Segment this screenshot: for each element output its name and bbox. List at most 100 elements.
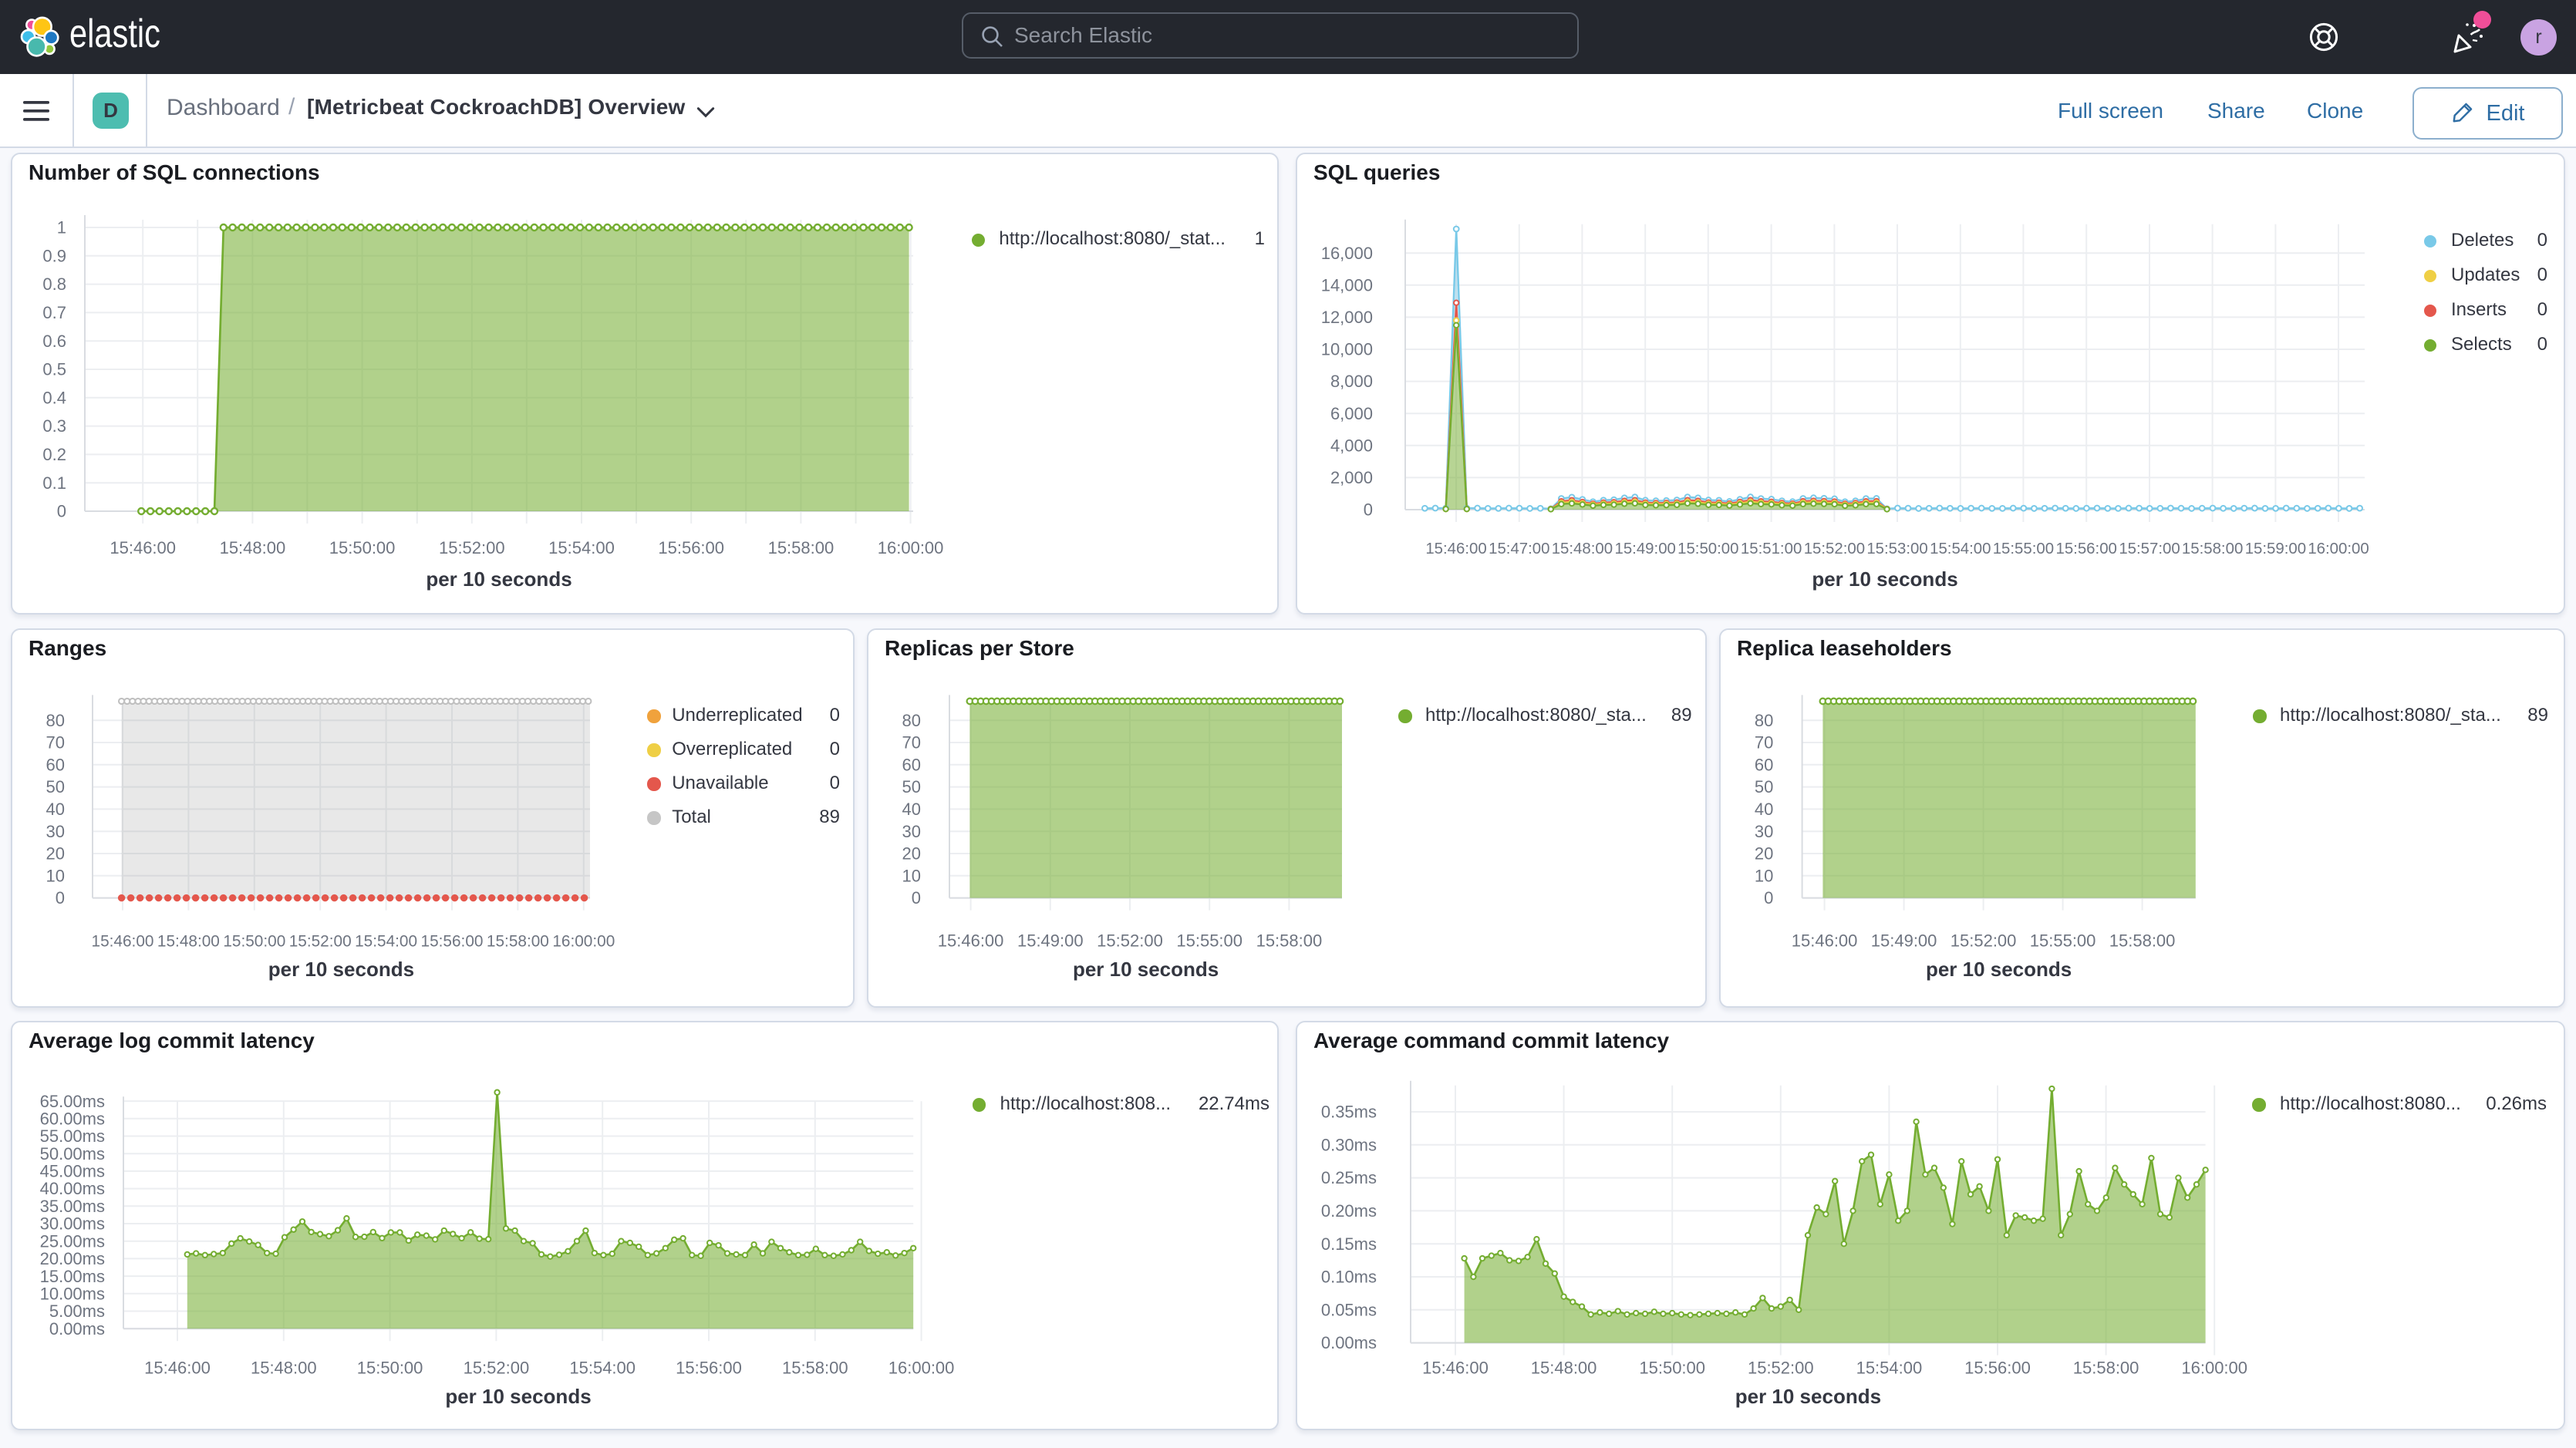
svg-text:0.7: 0.7 — [42, 303, 66, 322]
svg-text:15:46:00: 15:46:00 — [110, 538, 176, 557]
svg-text:15:47:00: 15:47:00 — [1489, 540, 1549, 557]
svg-text:45.00ms: 45.00ms — [40, 1162, 105, 1181]
svg-text:30.00ms: 30.00ms — [40, 1214, 105, 1234]
svg-text:15:55:00: 15:55:00 — [1993, 540, 2054, 557]
svg-text:15:54:00: 15:54:00 — [1930, 540, 1991, 557]
svg-text:15:52:00: 15:52:00 — [1804, 540, 1865, 557]
svg-text:0: 0 — [1364, 500, 1373, 520]
svg-text:16:00:00: 16:00:00 — [552, 933, 615, 951]
svg-text:0.00ms: 0.00ms — [1321, 1333, 1377, 1352]
svg-text:15:58:00: 15:58:00 — [2182, 540, 2243, 557]
svg-text:15:49:00: 15:49:00 — [1615, 540, 1676, 557]
svg-text:15:58:00: 15:58:00 — [2109, 931, 2176, 951]
svg-text:15:46:00: 15:46:00 — [1792, 931, 1858, 951]
svg-text:60.00ms: 60.00ms — [40, 1109, 105, 1128]
svg-text:15:52:00: 15:52:00 — [439, 538, 505, 557]
svg-text:40: 40 — [1755, 800, 1773, 819]
svg-text:0.2: 0.2 — [42, 445, 66, 464]
svg-text:15:58:00: 15:58:00 — [782, 1359, 848, 1378]
svg-text:15:49:00: 15:49:00 — [1017, 931, 1084, 951]
svg-text:6,000: 6,000 — [1330, 404, 1373, 423]
svg-text:16:00:00: 16:00:00 — [878, 538, 944, 557]
svg-text:15.00ms: 15.00ms — [40, 1267, 105, 1286]
svg-text:15:48:00: 15:48:00 — [1552, 540, 1613, 557]
svg-text:0: 0 — [1764, 888, 1773, 908]
svg-text:15:52:00: 15:52:00 — [1951, 931, 2017, 951]
svg-text:15:56:00: 15:56:00 — [421, 933, 484, 951]
svg-text:15:52:00: 15:52:00 — [1097, 931, 1163, 951]
svg-text:15:50:00: 15:50:00 — [357, 1359, 423, 1378]
svg-text:0.6: 0.6 — [42, 332, 66, 351]
svg-text:10,000: 10,000 — [1321, 340, 1373, 359]
svg-text:10: 10 — [46, 866, 65, 885]
svg-text:0.20ms: 0.20ms — [1321, 1201, 1377, 1221]
svg-text:80: 80 — [902, 711, 921, 730]
svg-text:15:46:00: 15:46:00 — [92, 933, 154, 951]
svg-text:15:53:00: 15:53:00 — [1866, 540, 1927, 557]
svg-text:15:48:00: 15:48:00 — [157, 933, 220, 951]
svg-text:15:46:00: 15:46:00 — [938, 931, 1004, 951]
svg-text:15:52:00: 15:52:00 — [464, 1359, 530, 1378]
svg-text:15:48:00: 15:48:00 — [1531, 1359, 1597, 1378]
svg-text:50: 50 — [1755, 777, 1773, 796]
svg-text:0.4: 0.4 — [42, 388, 66, 407]
svg-text:50.00ms: 50.00ms — [40, 1144, 105, 1163]
svg-text:15:58:00: 15:58:00 — [487, 933, 549, 951]
svg-text:15:58:00: 15:58:00 — [1256, 931, 1323, 951]
svg-text:15:57:00: 15:57:00 — [2119, 540, 2180, 557]
svg-text:16,000: 16,000 — [1321, 244, 1373, 263]
svg-text:5.00ms: 5.00ms — [49, 1302, 105, 1321]
svg-text:2,000: 2,000 — [1330, 468, 1373, 487]
svg-text:30: 30 — [902, 822, 921, 841]
svg-text:15:51:00: 15:51:00 — [1741, 540, 1802, 557]
svg-text:0.1: 0.1 — [42, 473, 66, 493]
svg-text:0.30ms: 0.30ms — [1321, 1135, 1377, 1154]
svg-text:15:54:00: 15:54:00 — [355, 933, 417, 951]
svg-text:1: 1 — [57, 218, 66, 237]
svg-text:0: 0 — [56, 888, 65, 908]
svg-text:65.00ms: 65.00ms — [40, 1092, 105, 1111]
svg-text:0: 0 — [912, 888, 921, 908]
svg-text:0.8: 0.8 — [42, 274, 66, 294]
svg-text:0.00ms: 0.00ms — [49, 1319, 105, 1339]
svg-text:60: 60 — [1755, 755, 1773, 774]
svg-text:15:52:00: 15:52:00 — [1748, 1359, 1814, 1378]
svg-text:15:50:00: 15:50:00 — [1677, 540, 1738, 557]
svg-text:0.15ms: 0.15ms — [1321, 1234, 1377, 1254]
svg-text:15:46:00: 15:46:00 — [1425, 540, 1486, 557]
svg-text:70: 70 — [902, 733, 921, 753]
svg-text:35.00ms: 35.00ms — [40, 1197, 105, 1216]
svg-text:15:54:00: 15:54:00 — [548, 538, 615, 557]
svg-text:20: 20 — [1755, 844, 1773, 864]
svg-text:70: 70 — [1755, 733, 1773, 753]
svg-text:16:00:00: 16:00:00 — [2181, 1359, 2247, 1378]
svg-text:0.5: 0.5 — [42, 360, 66, 379]
svg-text:15:48:00: 15:48:00 — [220, 538, 286, 557]
svg-text:30: 30 — [46, 822, 65, 841]
svg-text:15:56:00: 15:56:00 — [1964, 1359, 2031, 1378]
svg-text:15:46:00: 15:46:00 — [144, 1359, 211, 1378]
svg-text:15:48:00: 15:48:00 — [251, 1359, 317, 1378]
svg-text:0: 0 — [57, 502, 66, 521]
svg-text:15:59:00: 15:59:00 — [2245, 540, 2306, 557]
svg-text:0.25ms: 0.25ms — [1321, 1168, 1377, 1187]
svg-text:15:54:00: 15:54:00 — [1856, 1359, 1923, 1378]
svg-text:0.05ms: 0.05ms — [1321, 1300, 1377, 1319]
svg-text:16:00:00: 16:00:00 — [2308, 540, 2369, 557]
svg-text:15:56:00: 15:56:00 — [658, 538, 724, 557]
svg-text:60: 60 — [902, 755, 921, 774]
svg-text:20: 20 — [46, 844, 65, 864]
svg-text:50: 50 — [46, 777, 65, 796]
svg-text:30: 30 — [1755, 822, 1773, 841]
svg-text:15:50:00: 15:50:00 — [329, 538, 396, 557]
svg-text:40.00ms: 40.00ms — [40, 1179, 105, 1198]
svg-text:0.9: 0.9 — [42, 246, 66, 265]
svg-text:16:00:00: 16:00:00 — [888, 1359, 955, 1378]
svg-text:10: 10 — [902, 866, 921, 885]
svg-text:0.3: 0.3 — [42, 416, 66, 436]
svg-text:15:55:00: 15:55:00 — [2030, 931, 2096, 951]
svg-text:10.00ms: 10.00ms — [40, 1284, 105, 1303]
svg-text:25.00ms: 25.00ms — [40, 1231, 105, 1251]
svg-text:14,000: 14,000 — [1321, 275, 1373, 295]
svg-text:60: 60 — [46, 755, 65, 774]
